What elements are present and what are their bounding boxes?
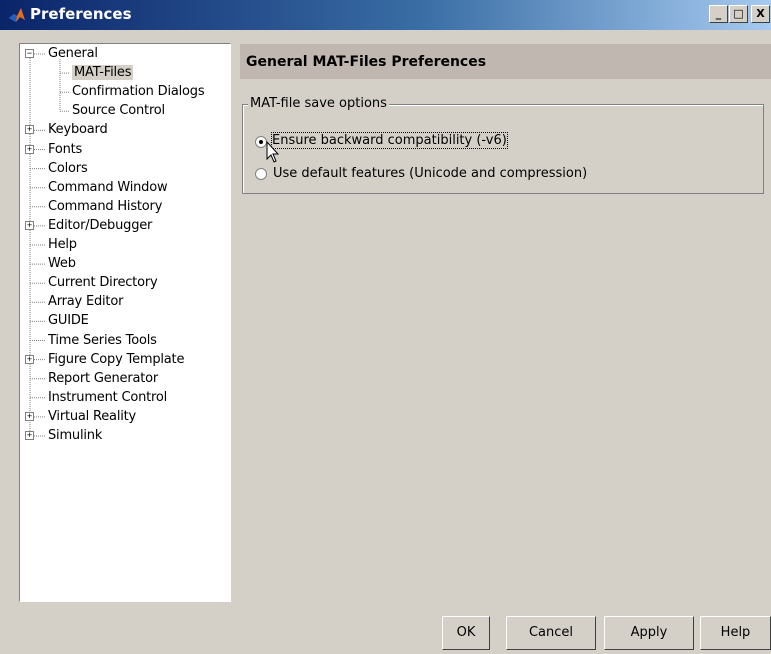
radio-label-default-features[interactable]: Use default features (Unicode and compre…	[273, 166, 587, 181]
close-button[interactable]: X	[751, 5, 770, 23]
tree-item-array-editor[interactable]: Array Editor	[48, 293, 123, 311]
tree-item-label: Command History	[48, 198, 163, 214]
minimize-button[interactable]: _	[709, 5, 728, 23]
tree-item-label: Command Window	[48, 179, 168, 195]
tree-item-label: Current Directory	[48, 275, 158, 291]
tree-item-instrument-control[interactable]: Instrument Control	[48, 389, 167, 407]
collapse-icon[interactable]: −	[25, 49, 34, 58]
tree-item-label: Editor/Debugger	[48, 217, 153, 233]
tree-item-general[interactable]: General	[48, 45, 98, 63]
tree-item-report-generator[interactable]: Report Generator	[48, 370, 158, 388]
tree-item-label: Array Editor	[48, 294, 124, 310]
tree-item-figure-copy-template[interactable]: Figure Copy Template	[48, 351, 184, 369]
tree-item-label: Instrument Control	[48, 389, 168, 405]
expand-icon[interactable]: +	[25, 431, 34, 440]
tree-item-command-window[interactable]: Command Window	[48, 179, 168, 197]
tree-item-label: General	[48, 46, 98, 61]
tree-item-label: Web	[48, 256, 76, 272]
tree-item-guide[interactable]: GUIDE	[48, 312, 89, 330]
tree-item-label: GUIDE	[48, 313, 89, 329]
tree-item-label: Confirmation Dialogs	[72, 84, 205, 100]
radio-label-ensure-compatibility[interactable]: Ensure backward compatibility (-v6)	[271, 132, 508, 149]
tree-item-label: Figure Copy Template	[48, 351, 185, 367]
tree-item-web[interactable]: Web	[48, 255, 76, 273]
group-title: MAT-file save options	[248, 96, 389, 111]
title-bar: Preferences _ □ X	[0, 0, 771, 30]
tree-item-label: Help	[48, 237, 77, 252]
tree-item-help[interactable]: Help	[48, 236, 77, 254]
tree-item-label: Simulink	[48, 428, 103, 443]
tree-item-command-history[interactable]: Command History	[48, 198, 162, 216]
ok-button[interactable]: OK	[442, 616, 490, 650]
tree-item-label: Fonts	[48, 141, 83, 157]
maximize-button[interactable]: □	[729, 5, 748, 23]
tree-item-label: Colors	[48, 160, 88, 176]
expand-icon[interactable]: +	[25, 411, 34, 421]
tree-item-virtual-reality[interactable]: Virtual Reality	[48, 408, 136, 426]
tree-item-current-directory[interactable]: Current Directory	[48, 274, 158, 292]
cancel-button[interactable]: Cancel	[506, 616, 596, 650]
expand-icon[interactable]: +	[25, 125, 34, 135]
tree-item-fonts[interactable]: Fonts	[48, 141, 82, 159]
panel-header: General MAT-Files Preferences	[240, 44, 771, 79]
tree-item-label: MAT-Files	[72, 65, 134, 81]
tree-item-editor-debugger[interactable]: Editor/Debugger	[48, 217, 152, 235]
tree-item-label: Report Generator	[48, 370, 159, 386]
expand-icon[interactable]: +	[25, 220, 34, 230]
matlab-logo-icon	[9, 8, 25, 22]
tree-item-confirmation-dialogs[interactable]: Confirmation Dialogs	[72, 83, 205, 101]
tree-item-simulink[interactable]: Simulink	[48, 427, 102, 445]
tree-item-label: Keyboard	[48, 122, 108, 138]
mouse-pointer-icon	[266, 141, 280, 163]
apply-button[interactable]: Apply	[604, 616, 694, 650]
tree-item-colors[interactable]: Colors	[48, 160, 88, 178]
tree-item-time-series-tools[interactable]: Time Series Tools	[48, 332, 157, 350]
expand-icon[interactable]: +	[25, 354, 34, 364]
expand-icon[interactable]: +	[25, 144, 34, 154]
tree-item-keyboard[interactable]: Keyboard	[48, 121, 108, 139]
radio-default-features[interactable]	[255, 168, 267, 180]
window-title: Preferences	[30, 5, 132, 23]
tree-item-label: Source Control	[72, 103, 165, 119]
tree-item-source-control[interactable]: Source Control	[72, 102, 165, 120]
tree-item-label: Virtual Reality	[48, 408, 137, 424]
panel-title: General MAT-Files Preferences	[246, 54, 487, 70]
tree-item-mat-files[interactable]: MAT-Files	[72, 64, 134, 82]
preferences-tree[interactable]: General − MAT-Files Confirmation Dialogs Sou…	[19, 43, 231, 602]
help-button[interactable]: Help	[700, 616, 771, 650]
tree-item-label: Time Series Tools	[48, 332, 157, 348]
